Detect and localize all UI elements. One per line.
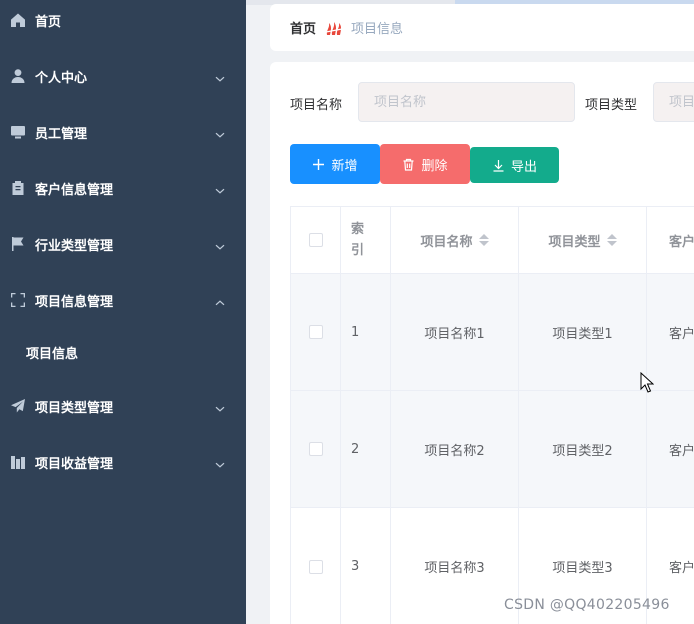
export-button[interactable]: 导出 [470,147,559,183]
sidebar-item-industry[interactable]: 行业类型管理 [0,224,246,264]
header-checkbox-cell [291,207,341,273]
table-row[interactable]: 2 项目名称2 项目类型2 客户 [291,391,694,508]
sidebar-item-personal-center[interactable]: 个人中心 [0,56,246,96]
sort-caret-icon[interactable] [606,234,617,246]
row-checkbox[interactable] [308,325,323,339]
flame-logo-icon [325,20,343,36]
chevron-down-icon [214,70,226,82]
watermark: CSDN @QQ402205496 [504,597,670,613]
breadcrumb: 首页 项目信息 [270,4,694,51]
home-icon [10,12,26,28]
send-icon [10,398,26,414]
header-project-type[interactable]: 项目类型 [519,207,647,273]
chevron-down-icon [214,456,226,468]
row-checkbox-cell [291,274,341,390]
download-icon [493,159,504,172]
row-checkbox[interactable] [308,559,323,574]
project-name-label: 项目名称 [290,98,343,113]
sort-caret-icon[interactable] [478,234,489,246]
chevron-down-icon [214,238,226,250]
row-checkbox-cell [291,391,341,507]
cell-project-type: 项目类型2 [519,391,647,507]
sidebar-item-label: 客户信息管理 [35,182,114,198]
sidebar-item-home[interactable]: 首页 [0,0,246,40]
sidebar-item-label: 行业类型管理 [35,238,114,254]
header-customer-label: 客户 [669,234,694,250]
flag-icon [10,236,26,252]
clipboard-icon [10,180,26,196]
cell-customer: 客户 [647,274,694,390]
sidebar-item-project-revenue[interactable]: 项目收益管理 [0,442,246,482]
sidebar-item-employee[interactable]: 员工管理 [0,112,246,152]
chevron-down-icon [214,400,226,412]
trash-icon [403,158,414,171]
select-all-checkbox[interactable] [308,233,323,247]
sidebar-item-label: 项目收益管理 [35,456,114,472]
chart-icon [10,454,26,470]
project-type-label: 项目类型 [585,98,638,113]
cell-index: 3 [341,508,391,624]
chevron-up-icon [214,294,226,306]
header-customer: 客户 [647,207,694,273]
chevron-down-icon [214,126,226,138]
sidebar-item-label: 项目类型管理 [35,400,114,416]
project-table: 索引 项目名称 项目类型 客户 1 项目名称1 项目类型1 客户 2 项目名称2… [290,206,694,624]
export-button-label: 导出 [510,159,537,175]
header-project-name-label: 项目名称 [420,234,473,250]
delete-button[interactable]: 删除 [380,144,470,184]
breadcrumb-current: 项目信息 [351,22,404,37]
header-index: 索引 [341,207,391,273]
header-project-type-label: 项目类型 [548,234,601,250]
row-checkbox-cell [291,508,341,624]
user-icon [10,68,26,84]
header-project-name[interactable]: 项目名称 [391,207,519,273]
mouse-cursor-icon [640,372,654,393]
cell-project-name: 项目名称3 [391,508,519,624]
table-row[interactable]: 1 项目名称1 项目类型1 客户 [291,274,694,391]
breadcrumb-home[interactable]: 首页 [290,18,316,37]
sidebar-item-project-info-mgmt[interactable]: 项目信息管理 [0,280,246,320]
add-button[interactable]: 新增 [290,144,380,184]
sidebar-subitem-project-info[interactable]: 项目信息 [0,332,246,372]
sidebar-item-label: 员工管理 [35,126,88,142]
project-name-input[interactable] [358,82,575,122]
cell-project-name: 项目名称1 [391,274,519,390]
sidebar-item-label: 个人中心 [35,70,88,86]
cell-customer: 客户 [647,391,694,507]
sidebar-item-project-type[interactable]: 项目类型管理 [0,386,246,426]
header-index-label: 索引 [351,222,365,258]
cell-project-type: 项目类型1 [519,274,647,390]
sidebar: 首页 个人中心 员工管理 客户信息管理 行业类型管理 项目信息管理 项目信息 项… [0,0,246,624]
add-button-label: 新增 [331,158,358,174]
sidebar-subitem-label: 项目信息 [26,346,79,362]
sidebar-item-label: 项目信息管理 [35,294,114,310]
cell-index: 2 [341,391,391,507]
project-type-input[interactable] [653,82,694,122]
cell-index: 1 [341,274,391,390]
monitor-icon [10,124,26,140]
table-header-row: 索引 项目名称 项目类型 客户 [291,207,694,274]
cell-project-name: 项目名称2 [391,391,519,507]
plus-icon [313,158,325,170]
chevron-down-icon [214,182,226,194]
sidebar-item-customer[interactable]: 客户信息管理 [0,168,246,208]
sidebar-item-label: 首页 [35,14,62,30]
delete-button-label: 删除 [421,158,448,174]
fullscreen-icon [10,292,26,308]
row-checkbox[interactable] [308,442,323,456]
